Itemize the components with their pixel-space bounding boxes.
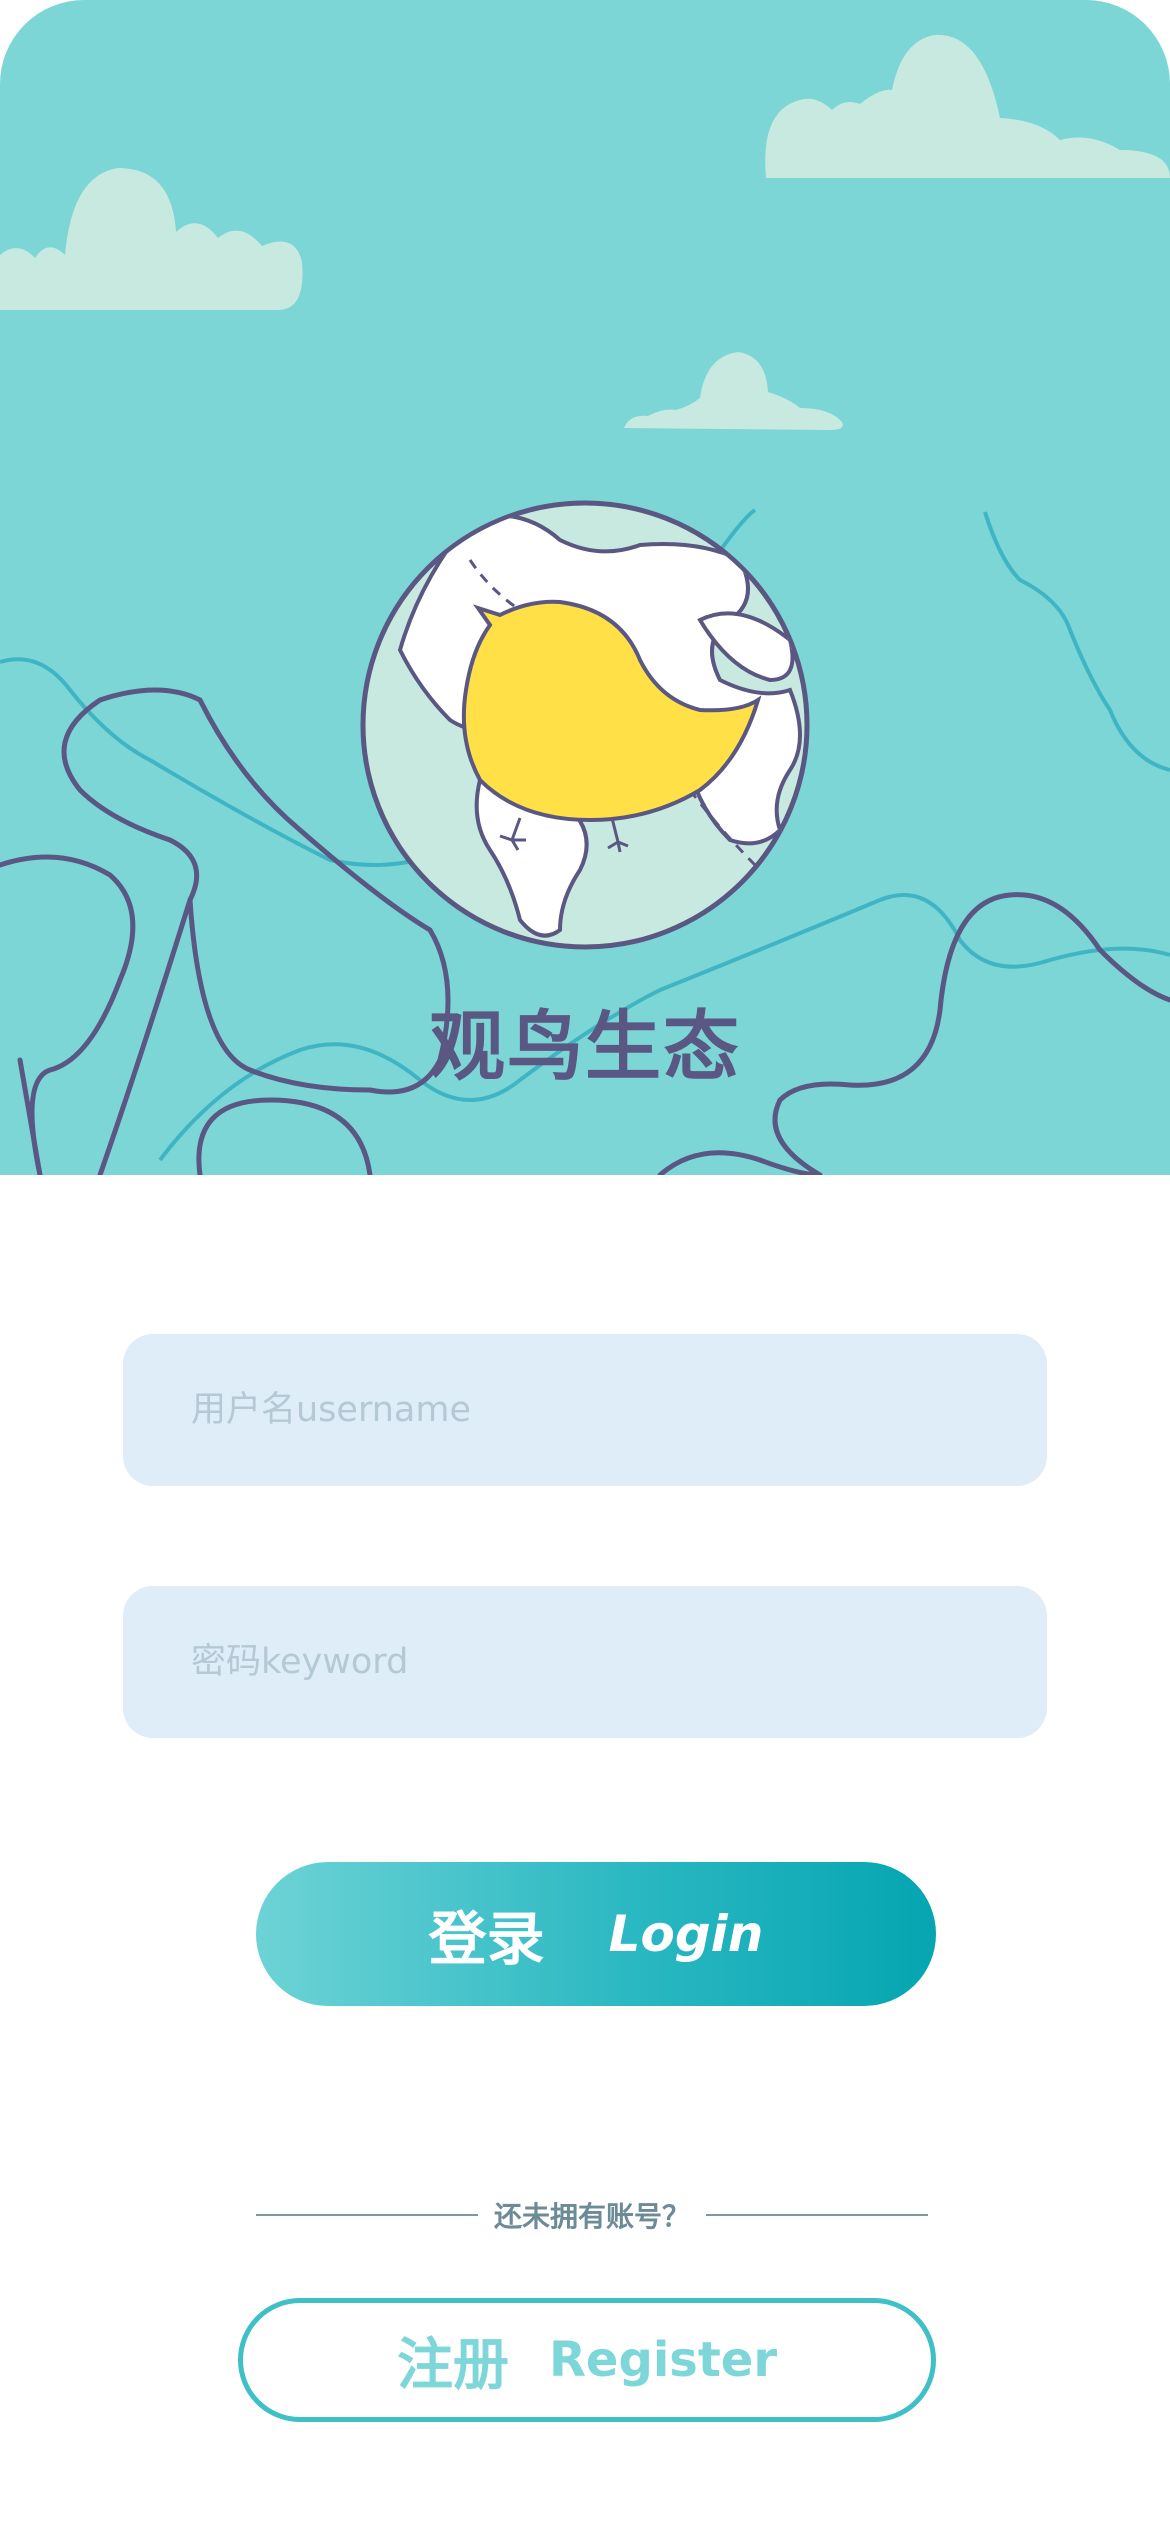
password-input[interactable] — [189, 1641, 981, 1683]
no-account-text: 还未拥有账号？ — [494, 2200, 691, 2233]
login-button-label-cn: 登录 — [428, 1905, 545, 1973]
login-button[interactable]: 登录 Login — [256, 1862, 936, 2006]
hero-illustration: 观鸟生态 — [0, 0, 1170, 1175]
username-field[interactable] — [123, 1334, 1047, 1486]
register-button-label-cn: 注册 — [396, 2332, 509, 2398]
username-input[interactable] — [189, 1389, 981, 1431]
globe-bird-icon — [360, 500, 810, 950]
password-field[interactable] — [123, 1586, 1047, 1738]
register-button[interactable]: 注册 Register — [238, 2298, 936, 2422]
register-divider: 还未拥有账号？ — [256, 2190, 929, 2240]
divider-line-left — [256, 2214, 478, 2216]
register-button-label-en: Register — [548, 2332, 778, 2388]
login-screen: 观鸟生态 登录 Login 还未拥有账号？ 注册 Register — [0, 0, 1170, 2532]
divider-line-right — [706, 2214, 929, 2216]
app-title: 观鸟生态 — [429, 1002, 741, 1091]
login-button-label-en: Login — [608, 1905, 764, 1963]
clouds — [0, 34, 1170, 430]
